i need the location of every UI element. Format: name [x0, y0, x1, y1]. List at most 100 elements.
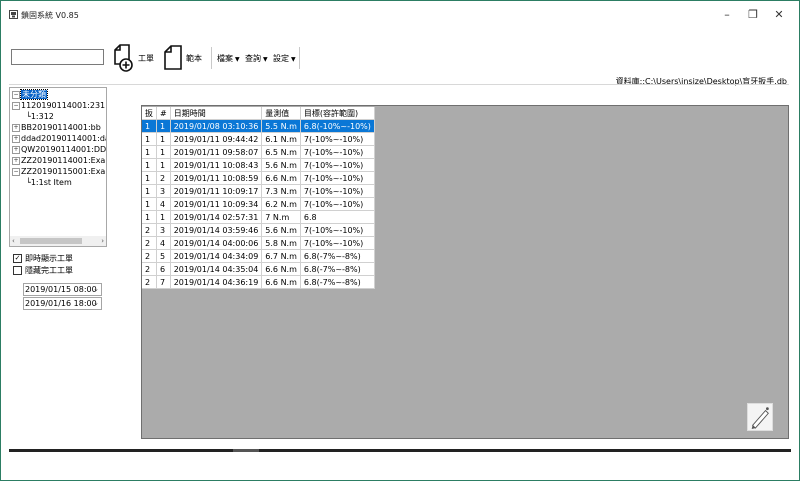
menu-file[interactable]: 檔案 ▼	[217, 53, 240, 64]
cell-measured: 6.1 N.m	[261, 132, 301, 146]
cell-measured: 7.3 N.m	[261, 184, 301, 198]
menu-settings[interactable]: 設定 ▼	[273, 53, 296, 64]
expand-icon[interactable]: +	[12, 157, 20, 165]
table-row[interactable]: 1 1 2019/01/11 09:44:42 6.1 N.m 7(-10%~-10%)	[142, 132, 375, 146]
table-row[interactable]: 1 1 2019/01/14 02:57:31 7 N.m 6.8	[142, 210, 375, 224]
header-divider	[9, 84, 789, 85]
table-row[interactable]: 2 4 2019/01/14 04:00:06 5.8 N.m 7(-10%~-10%)	[142, 236, 375, 250]
table-row[interactable]: 1 1 2019/01/11 09:58:07 6.5 N.m 7(-10%~-10%)	[142, 145, 375, 159]
cell-wrench: 1	[142, 197, 157, 211]
collapse-icon[interactable]: −	[12, 102, 20, 110]
table-row[interactable]: 1 2 2019/01/11 10:08:59 6.6 N.m 7(-10%~-10%)	[142, 171, 375, 185]
cell-wrench: 2	[142, 275, 157, 289]
cell-target: 7(-10%~-10%)	[300, 223, 375, 237]
tree-item-label: ZZ20190114001:Exam	[21, 156, 107, 165]
menu-file-label: 檔案	[217, 54, 233, 63]
close-button[interactable]: ✕	[767, 5, 791, 25]
cell-wrench: 2	[142, 262, 157, 276]
cell-wrench: 1	[142, 184, 157, 198]
expand-icon[interactable]: +	[12, 135, 20, 143]
start-date-picker[interactable]: 2019/01/15 08:00 ⌄	[23, 283, 102, 296]
chevron-down-icon[interactable]: ⌄	[93, 298, 99, 309]
cell-number: 3	[156, 184, 171, 198]
cell-wrench: 2	[142, 236, 157, 250]
cell-number: 1	[156, 145, 171, 159]
cell-wrench: 1	[142, 210, 157, 224]
table-row[interactable]: 2 5 2019/01/14 04:34:09 6.7 N.m 6.8(-7%~-8%)	[142, 249, 375, 263]
column-header-number[interactable]: #	[156, 107, 171, 120]
menu-settings-label: 設定	[273, 54, 289, 63]
cell-datetime: 2019/01/11 09:44:42	[170, 132, 263, 146]
expand-icon[interactable]: +	[12, 146, 20, 154]
new-order-button[interactable]: 工單	[113, 44, 154, 72]
menu-query[interactable]: 查詢 ▼	[245, 53, 268, 64]
pen-icon[interactable]	[747, 403, 773, 431]
window-title: 鎖固系統 V0.85	[21, 11, 79, 20]
cell-target: 7(-10%~-10%)	[300, 171, 375, 185]
checkbox-unchecked-icon[interactable]	[13, 266, 22, 275]
table-header-row: 扳 # 日期時間 量測值 目標(容許範圍)	[142, 107, 375, 120]
table-row[interactable]: 1 3 2019/01/11 10:09:17 7.3 N.m 7(-10%~-10%)	[142, 184, 375, 198]
cell-datetime: 2019/01/14 04:34:09	[170, 249, 263, 263]
tree-item[interactable]: + ddad20190114001:da	[12, 133, 106, 144]
table-row[interactable]: 1 1 2019/01/08 03:10:36 5.5 N.m 6.8(-10%~-10…	[142, 119, 375, 133]
tree-item[interactable]: + BB20190114001:bb	[12, 122, 101, 133]
minimize-button[interactable]: –	[715, 5, 739, 25]
end-date-picker[interactable]: 2019/01/16 18:00 ⌄	[23, 297, 102, 310]
cell-wrench: 1	[142, 145, 157, 159]
cell-measured: 6.2 N.m	[261, 197, 301, 211]
cell-measured: 5.6 N.m	[261, 158, 301, 172]
table-row[interactable]: 2 6 2019/01/14 04:35:04 6.6 N.m 6.8(-7%~-8%)	[142, 262, 375, 276]
column-header-wrench[interactable]: 扳	[142, 107, 157, 120]
cell-wrench: 1	[142, 132, 157, 146]
expand-icon[interactable]: +	[12, 124, 20, 132]
restore-button[interactable]: ❐	[741, 5, 765, 25]
search-input[interactable]	[11, 49, 104, 65]
tree-item[interactable]: └1:1st Item	[26, 177, 72, 188]
tree-item[interactable]: −1120190114001:231	[12, 100, 105, 111]
realtime-display-checkbox[interactable]: ✓ 即時顯示工單	[13, 253, 73, 264]
table-row[interactable]: 2 3 2019/01/14 03:59:46 5.6 N.m 7(-10%~-10%)	[142, 223, 375, 237]
tree-item-label: 未分類	[20, 89, 48, 100]
cell-wrench: 1	[142, 158, 157, 172]
template-button[interactable]: 範本	[163, 44, 202, 72]
column-header-measured[interactable]: 量測值	[261, 107, 301, 120]
tree-item[interactable]: − 未分類	[12, 89, 48, 100]
hide-completed-checkbox[interactable]: 隱藏完工工單	[13, 265, 73, 276]
scroll-right-icon[interactable]: ›	[101, 236, 104, 246]
chevron-down-icon[interactable]: ⌄	[93, 284, 99, 295]
table-row[interactable]: 1 1 2019/01/11 10:08:43 5.6 N.m 7(-10%~-10%)	[142, 158, 375, 172]
tree-horizontal-scrollbar[interactable]: ‹ ›	[10, 236, 106, 246]
cell-target: 7(-10%~-10%)	[300, 145, 375, 159]
resize-grip[interactable]	[233, 449, 259, 452]
tree-item[interactable]: └1:312	[26, 111, 54, 122]
cell-measured: 6.6 N.m	[261, 275, 301, 289]
tree-item[interactable]: + QW20190114001:DD	[12, 144, 106, 155]
cell-wrench: 2	[142, 249, 157, 263]
tree-item[interactable]: + ZZ20190114001:Exam	[12, 155, 107, 166]
cell-target: 6.8(-7%~-8%)	[300, 275, 375, 289]
checkbox-checked-icon[interactable]: ✓	[13, 254, 22, 263]
status-bar-line	[9, 449, 791, 452]
cell-measured: 5.6 N.m	[261, 223, 301, 237]
column-header-datetime[interactable]: 日期時間	[170, 107, 263, 120]
table-row[interactable]: 2 7 2019/01/14 04:36:19 6.6 N.m 6.8(-7%~-8%)	[142, 275, 375, 289]
cell-datetime: 2019/01/11 10:08:59	[170, 171, 263, 185]
scroll-left-icon[interactable]: ‹	[12, 236, 15, 246]
scrollbar-thumb[interactable]	[20, 238, 82, 244]
cell-target: 6.8(-7%~-8%)	[300, 262, 375, 276]
measurement-grid[interactable]: 扳 # 日期時間 量測值 目標(容許範圍) 1 1 2019/01/08 03:10…	[141, 105, 789, 439]
cell-wrench: 1	[142, 171, 157, 185]
tree-item[interactable]: − ZZ20190115001:Exam	[12, 166, 106, 177]
work-order-tree[interactable]: − 未分類 −1120190114001:231 └1:312 + BB201901…	[9, 87, 107, 247]
toolbar-divider	[299, 47, 300, 69]
table-body: 1 1 2019/01/08 03:10:36 5.5 N.m 6.8(-10%~-10…	[142, 119, 375, 289]
table-row[interactable]: 1 4 2019/01/11 10:09:34 6.2 N.m 7(-10%~-10%)	[142, 197, 375, 211]
collapse-icon[interactable]: −	[12, 91, 20, 99]
caret-down-icon: ▼	[263, 56, 268, 63]
column-header-target[interactable]: 目標(容許範圍)	[300, 107, 375, 120]
cell-datetime: 2019/01/11 09:58:07	[170, 145, 263, 159]
cell-datetime: 2019/01/11 10:08:43	[170, 158, 263, 172]
collapse-icon[interactable]: −	[12, 168, 20, 176]
cell-measured: 5.8 N.m	[261, 236, 301, 250]
